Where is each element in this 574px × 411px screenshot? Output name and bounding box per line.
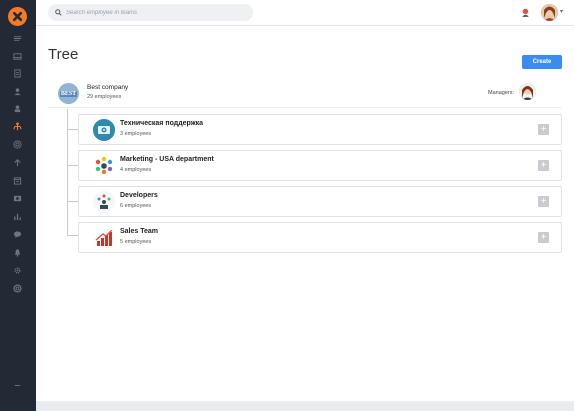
company-logo-text: BEST xyxy=(59,90,78,97)
team-employee-count: 3 employees xyxy=(120,131,152,137)
developers-team-logo xyxy=(93,191,115,213)
top-bar: ▾ xyxy=(36,0,574,26)
user-icon[interactable] xyxy=(11,103,24,114)
media-icon[interactable] xyxy=(11,193,24,204)
company-name: Best company xyxy=(87,84,129,91)
chart-icon[interactable] xyxy=(11,211,24,222)
sales-team-logo xyxy=(93,227,115,249)
company-logo: BEST xyxy=(58,83,79,104)
team-name: Sales Team xyxy=(120,228,159,235)
tree-branch xyxy=(67,165,78,166)
notification-icon[interactable] xyxy=(520,7,531,18)
create-button[interactable]: Create xyxy=(522,55,562,69)
target-icon[interactable] xyxy=(11,139,24,150)
content-panel: Tree Create BEST Best company 29 employe… xyxy=(36,26,574,401)
org-tree-icon[interactable] xyxy=(11,121,24,132)
manager-avatar[interactable] xyxy=(519,83,536,100)
bottom-bar xyxy=(36,401,574,411)
chat-icon[interactable] xyxy=(11,229,24,240)
sidebar xyxy=(0,0,36,411)
user-avatar[interactable] xyxy=(541,4,558,21)
help-icon[interactable] xyxy=(11,283,24,294)
team-card-developers[interactable]: Developers 6 employees + xyxy=(78,186,562,217)
team-name: Marketing - USA department xyxy=(120,156,214,163)
company-row[interactable]: BEST Best company 29 employees Managers: xyxy=(48,78,562,108)
company-employee-count: 29 employees xyxy=(87,94,122,100)
search-icon xyxy=(55,9,62,16)
team-employee-count: 4 employees xyxy=(120,167,152,173)
main-area: ▾ Tree Create BEST Best company 29 emplo… xyxy=(36,0,574,411)
close-x-icon xyxy=(12,11,23,22)
support-team-logo xyxy=(93,119,115,141)
tree-branch xyxy=(67,201,78,202)
expand-plus-icon[interactable]: + xyxy=(538,124,549,135)
chevron-down-icon[interactable]: ▾ xyxy=(560,8,563,15)
more-icon[interactable] xyxy=(11,380,24,391)
inbox-icon[interactable] xyxy=(11,51,24,62)
search-input[interactable] xyxy=(66,9,246,16)
team-card-support[interactable]: Техническая поддержка 3 employees + xyxy=(78,114,562,145)
app-logo[interactable] xyxy=(8,7,27,26)
menu-icon[interactable] xyxy=(11,33,24,44)
tree-branch xyxy=(67,129,78,130)
expand-plus-icon[interactable]: + xyxy=(538,160,549,171)
team-name: Developers xyxy=(120,192,158,199)
page-title: Tree xyxy=(48,46,79,63)
tree-branch xyxy=(67,235,78,236)
managers-label: Managers: xyxy=(488,90,514,96)
team-name: Техническая поддержка xyxy=(120,120,204,127)
team-card-sales[interactable]: Sales Team 5 employees + xyxy=(78,222,562,253)
tree-connector xyxy=(67,109,68,235)
expand-plus-icon[interactable]: + xyxy=(538,196,549,207)
upload-icon[interactable] xyxy=(11,157,24,168)
team-card-marketing[interactable]: Marketing - USA department 4 employees + xyxy=(78,150,562,181)
bell-icon[interactable] xyxy=(11,247,24,258)
marketing-team-logo xyxy=(93,155,115,177)
calendar-icon[interactable] xyxy=(11,175,24,186)
team-employee-count: 6 employees xyxy=(120,203,152,209)
team-employee-count: 5 employees xyxy=(120,239,152,245)
search-box[interactable] xyxy=(48,4,253,21)
expand-plus-icon[interactable]: + xyxy=(538,232,549,243)
document-icon[interactable] xyxy=(11,68,24,79)
person-icon[interactable] xyxy=(11,86,24,97)
settings-icon[interactable] xyxy=(11,265,24,276)
